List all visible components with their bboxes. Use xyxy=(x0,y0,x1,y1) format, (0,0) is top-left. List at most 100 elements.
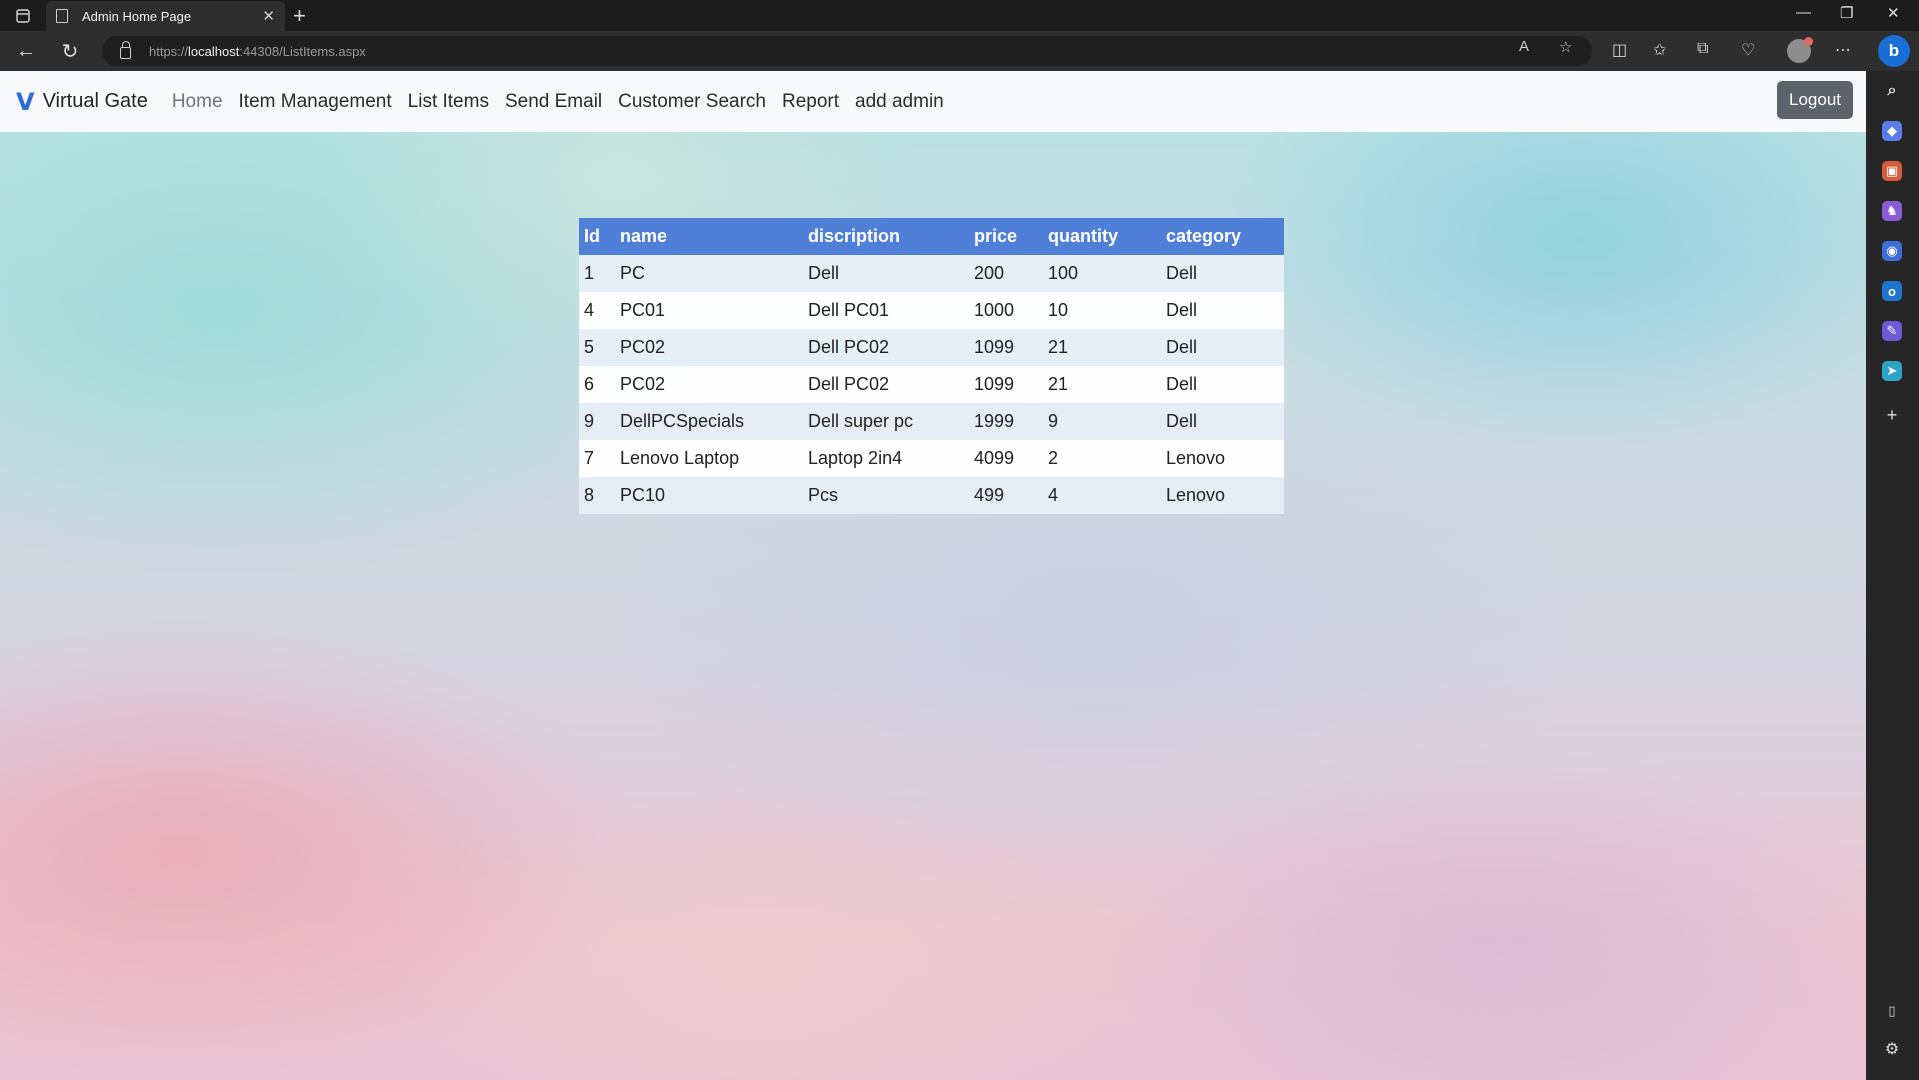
table-header-row: Id name discription price quantity categ… xyxy=(579,218,1284,255)
shopping-tag-icon[interactable]: ◆ xyxy=(1882,121,1902,141)
cell-price: 1999 xyxy=(969,403,1043,440)
cell-quantity: 9 xyxy=(1043,403,1161,440)
games-icon[interactable]: ♞ xyxy=(1882,201,1902,221)
cell-description: Dell xyxy=(803,255,969,292)
cell-quantity: 4 xyxy=(1043,477,1161,514)
column-header-price: price xyxy=(969,218,1043,255)
send-icon[interactable]: ➤ xyxy=(1882,361,1902,381)
table-row: 6 PC02 Dell PC02 1099 21 Dell xyxy=(579,366,1284,403)
table-row: 1 PC Dell 200 100 Dell xyxy=(579,255,1284,292)
settings-gear-icon[interactable]: ⚙ xyxy=(1882,1039,1902,1059)
cell-category: Lenovo xyxy=(1161,477,1284,514)
column-header-quantity: quantity xyxy=(1043,218,1161,255)
nav-send-email[interactable]: Send Email xyxy=(505,91,602,113)
cell-category: Dell xyxy=(1161,292,1284,329)
cell-name: DellPCSpecials xyxy=(615,403,803,440)
cell-name: PC02 xyxy=(615,329,803,366)
cell-description: Dell PC02 xyxy=(803,366,969,403)
cell-category: Lenovo xyxy=(1161,440,1284,477)
items-table: Id name discription price quantity categ… xyxy=(579,218,1284,514)
browser-tab-active[interactable]: Admin Home Page ✕ xyxy=(46,1,285,31)
read-aloud-icon[interactable]: A xyxy=(1519,38,1529,55)
cell-category: Dell xyxy=(1161,366,1284,403)
cell-quantity: 21 xyxy=(1043,366,1161,403)
add-sidebar-app-icon[interactable]: + xyxy=(1882,405,1902,425)
cell-id: 7 xyxy=(579,440,615,477)
logout-button[interactable]: Logout xyxy=(1777,81,1853,119)
cell-id: 4 xyxy=(579,292,615,329)
cell-description: Dell PC01 xyxy=(803,292,969,329)
nav-home[interactable]: Home xyxy=(172,91,223,113)
back-icon[interactable]: ← xyxy=(14,39,38,63)
minimize-icon[interactable]: — xyxy=(1796,4,1811,21)
column-header-description: discription xyxy=(803,218,969,255)
collections-icon[interactable]: ⧉ xyxy=(1697,40,1708,58)
cell-name: PC02 xyxy=(615,366,803,403)
nav-report[interactable]: Report xyxy=(782,91,839,113)
cell-id: 9 xyxy=(579,403,615,440)
browser-sidebar: ⌕ ◆ ▣ ♞ ◉ o ✎ ➤ + ▯ ⚙ xyxy=(1866,71,1919,1080)
cell-name: PC01 xyxy=(615,292,803,329)
cell-name: Lenovo Laptop xyxy=(615,440,803,477)
close-window-icon[interactable]: ✕ xyxy=(1887,4,1900,22)
tab-actions-icon[interactable] xyxy=(10,6,36,26)
search-icon[interactable]: ⌕ xyxy=(1882,81,1902,101)
page-viewport: V Virtual Gate Home Item Management List… xyxy=(0,71,1866,1080)
column-header-id: Id xyxy=(579,218,615,255)
nav-item-management[interactable]: Item Management xyxy=(239,91,392,113)
table-row: 8 PC10 Pcs 499 4 Lenovo xyxy=(579,477,1284,514)
new-tab-icon[interactable]: + xyxy=(293,3,306,29)
outlook-icon[interactable]: o xyxy=(1882,281,1902,301)
column-header-category: category xyxy=(1161,218,1284,255)
cell-quantity: 100 xyxy=(1043,255,1161,292)
cell-quantity: 21 xyxy=(1043,329,1161,366)
profile-avatar[interactable] xyxy=(1787,37,1813,63)
cell-price: 4099 xyxy=(969,440,1043,477)
cell-name: PC xyxy=(615,255,803,292)
nav-links: Home Item Management List Items Send Ema… xyxy=(172,91,960,113)
favorite-star-icon[interactable]: ☆ xyxy=(1559,38,1572,56)
microsoft-365-icon[interactable]: ◉ xyxy=(1882,241,1902,261)
cell-category: Dell xyxy=(1161,403,1284,440)
designer-icon[interactable]: ✎ xyxy=(1882,321,1902,341)
brand-link[interactable]: V Virtual Gate xyxy=(16,88,148,116)
close-tab-icon[interactable]: ✕ xyxy=(262,7,275,25)
copilot-icon[interactable]: b xyxy=(1878,35,1910,67)
cell-category: Dell xyxy=(1161,255,1284,292)
brand-name: Virtual Gate xyxy=(42,90,148,112)
url-text: https://localhost:44308/ListItems.aspx xyxy=(149,43,366,59)
nav-list-items[interactable]: List Items xyxy=(408,91,489,113)
refresh-icon[interactable]: ↻ xyxy=(58,39,82,63)
table-row: 4 PC01 Dell PC01 1000 10 Dell xyxy=(579,292,1284,329)
split-screen-icon[interactable]: ◫ xyxy=(1612,40,1627,60)
cell-description: Dell PC02 xyxy=(803,329,969,366)
cell-category: Dell xyxy=(1161,329,1284,366)
site-navbar: V Virtual Gate Home Item Management List… xyxy=(0,71,1866,132)
favorites-icon[interactable]: ✩ xyxy=(1653,40,1666,60)
cell-id: 6 xyxy=(579,366,615,403)
table-row: 5 PC02 Dell PC02 1099 21 Dell xyxy=(579,329,1284,366)
page-icon xyxy=(56,9,68,23)
nav-customer-search[interactable]: Customer Search xyxy=(618,91,766,113)
tools-icon[interactable]: ▣ xyxy=(1882,161,1902,181)
browser-tab-bar: Admin Home Page ✕ + — ❐ ✕ xyxy=(0,0,1919,31)
cell-quantity: 2 xyxy=(1043,440,1161,477)
more-options-icon[interactable]: ⋯ xyxy=(1835,40,1851,60)
cell-price: 1099 xyxy=(969,366,1043,403)
tab-title: Admin Home Page xyxy=(82,8,192,24)
browser-toolbar: ← ↻ https://localhost:44308/ListItems.as… xyxy=(0,31,1919,71)
address-bar[interactable]: https://localhost:44308/ListItems.aspx xyxy=(102,36,1592,66)
cell-description: Laptop 2in4 xyxy=(803,440,969,477)
nav-add-admin[interactable]: add admin xyxy=(855,91,944,113)
table-row: 9 DellPCSpecials Dell super pc 1999 9 De… xyxy=(579,403,1284,440)
cell-id: 5 xyxy=(579,329,615,366)
cell-price: 1099 xyxy=(969,329,1043,366)
cell-description: Pcs xyxy=(803,477,969,514)
column-header-name: name xyxy=(615,218,803,255)
brand-logo-icon: V xyxy=(16,87,35,116)
restore-icon[interactable]: ❐ xyxy=(1840,4,1853,22)
cell-price: 1000 xyxy=(969,292,1043,329)
hide-sidebar-icon[interactable]: ▯ xyxy=(1882,1001,1902,1021)
browser-essentials-icon[interactable]: ♡ xyxy=(1741,40,1755,60)
cell-name: PC10 xyxy=(615,477,803,514)
